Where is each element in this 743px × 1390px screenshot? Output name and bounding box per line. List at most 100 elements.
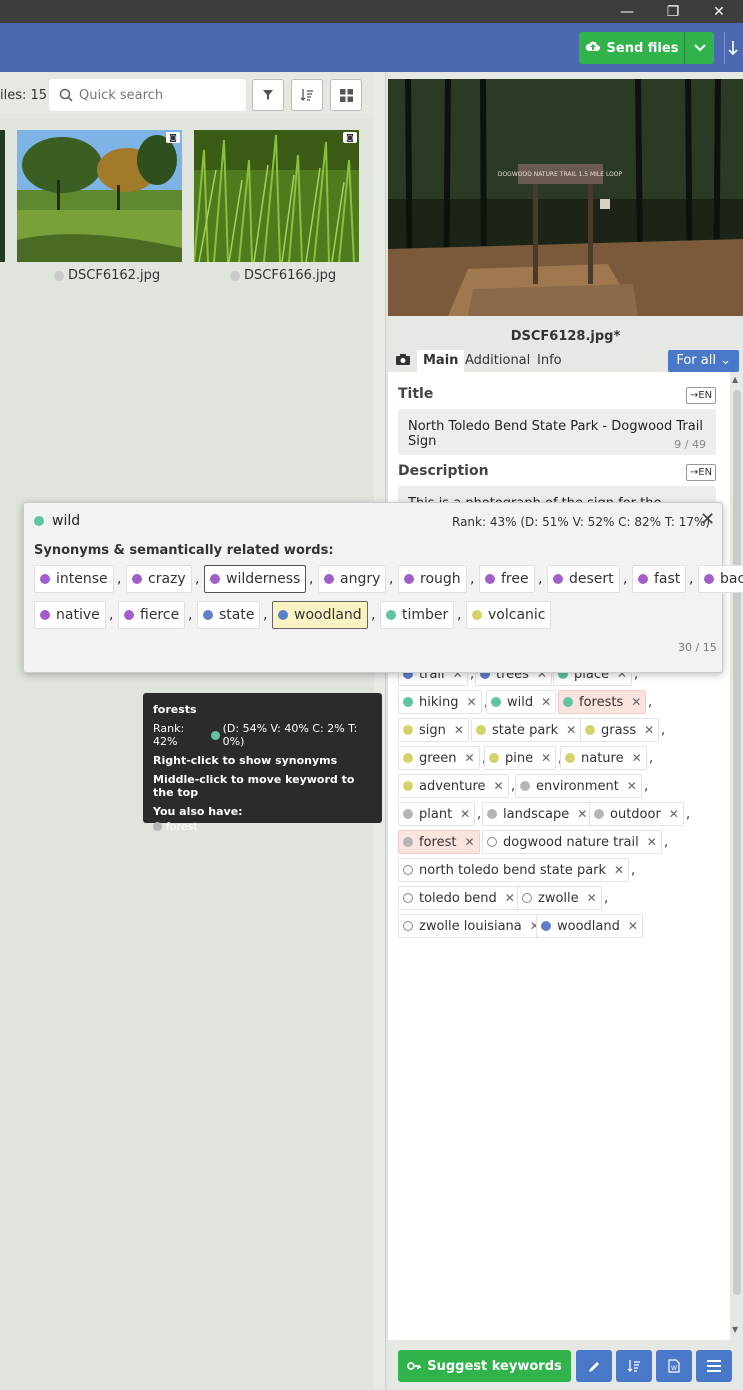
synonym-chip[interactable]: back [698, 565, 743, 593]
keyword-chip[interactable]: forest ✕ [398, 830, 480, 854]
remove-keyword-icon[interactable]: ✕ [566, 723, 576, 737]
separator: , [649, 751, 654, 766]
translate-description-button[interactable]: →EN [686, 464, 716, 481]
keyword-chip[interactable]: zwolle louisiana ✕ [398, 914, 545, 938]
synonym-chip[interactable]: intense [34, 565, 114, 593]
remove-keyword-icon[interactable]: ✕ [464, 835, 474, 849]
synonym-chip[interactable]: wilderness [204, 565, 307, 593]
keyword-text: outdoor [610, 806, 661, 822]
synonym-chip[interactable]: desert [547, 565, 620, 593]
keyword-chip[interactable]: adventure ✕ [398, 774, 509, 798]
tooltip-line-2: Middle-click to move keyword to the top [153, 773, 355, 799]
tab-main[interactable]: Main [417, 350, 465, 372]
keyword-chip[interactable]: dogwood nature trail ✕ [482, 830, 662, 854]
tab-camera[interactable] [390, 350, 416, 372]
remove-keyword-icon[interactable]: ✕ [465, 751, 475, 765]
synonym-text: crazy [148, 571, 186, 587]
keyword-chip[interactable]: outdoor ✕ [589, 802, 684, 826]
remove-keyword-icon[interactable]: ✕ [460, 807, 470, 821]
send-options-dropdown[interactable] [684, 32, 714, 64]
scroll-down-icon[interactable]: ▼ [732, 1325, 738, 1334]
remove-keyword-icon[interactable]: ✕ [647, 835, 657, 849]
remove-keyword-icon[interactable]: ✕ [632, 751, 642, 765]
close-icon[interactable]: ✕ [700, 509, 715, 530]
keyword-chip[interactable]: woodland ✕ [536, 914, 643, 938]
translate-title-button[interactable]: →EN [686, 387, 716, 404]
keyword-color-dot [403, 893, 413, 903]
keyword-chip[interactable]: nature ✕ [560, 746, 647, 770]
tab-info[interactable]: Info [531, 350, 568, 372]
scroll-up-icon[interactable]: ▲ [732, 375, 738, 384]
remove-keyword-icon[interactable]: ✕ [466, 695, 476, 709]
keyword-chip[interactable]: forests ✕ [558, 690, 647, 714]
down-arrow-icon[interactable] [724, 32, 740, 64]
synonym-chip[interactable]: angry [318, 565, 387, 593]
remove-keyword-icon[interactable]: ✕ [628, 919, 638, 933]
synonym-chip[interactable]: crazy [126, 565, 192, 593]
remove-keyword-icon[interactable]: ✕ [587, 891, 597, 905]
tab-additional[interactable]: Additional [459, 350, 536, 372]
keyword-chip[interactable]: north toledo bend state park ✕ [398, 858, 630, 882]
scope-dropdown[interactable]: For all ⌄ [668, 350, 739, 372]
tooltip-word: forests [153, 703, 197, 716]
synonym-text: angry [340, 571, 381, 587]
sort-keywords-button[interactable] [616, 1350, 652, 1382]
keyword-chip[interactable]: environment ✕ [515, 774, 642, 798]
send-files-button[interactable]: Send files [579, 32, 684, 64]
preview-image[interactable]: DOGWOOD NATURE TRAIL 1.5 MILE LOOP [388, 79, 743, 316]
scrollbar-thumb[interactable] [733, 390, 741, 1295]
synonym-chip[interactable]: native [34, 601, 106, 629]
keyword-chip[interactable]: toledo bend ✕ [398, 886, 520, 910]
synonym-chip[interactable]: state [197, 601, 261, 629]
synonym-chip[interactable]: free [479, 565, 535, 593]
minimize-icon[interactable]: — [604, 0, 650, 23]
keyword-chip[interactable]: landscape ✕ [482, 802, 593, 826]
menu-button[interactable] [696, 1350, 732, 1382]
keyword-text: wild [507, 694, 534, 710]
keyword-chip[interactable]: wild ✕ [486, 690, 557, 714]
synonym-chip[interactable]: rough [398, 565, 467, 593]
word-export-button[interactable]: W [656, 1350, 692, 1382]
status-dot [230, 270, 240, 281]
keyword-chip[interactable]: pine ✕ [484, 746, 557, 770]
sort-button[interactable] [291, 79, 323, 111]
keyword-chip[interactable]: hiking ✕ [398, 690, 482, 714]
synonym-color-dot [404, 574, 414, 584]
remove-keyword-icon[interactable]: ✕ [541, 751, 551, 765]
synonym-chip[interactable]: woodland [272, 601, 368, 629]
right-scrollbar[interactable]: ▲ ▼ [730, 372, 743, 1390]
thumbnail-partial[interactable] [0, 130, 5, 262]
synonym-chip[interactable]: timber [380, 601, 455, 629]
remove-keyword-icon[interactable]: ✕ [577, 807, 587, 821]
keyword-chip[interactable]: grass ✕ [580, 718, 660, 742]
remove-keyword-icon[interactable]: ✕ [541, 695, 551, 709]
close-window-icon[interactable]: ✕ [696, 0, 742, 23]
keyword-chip[interactable]: state park ✕ [471, 718, 582, 742]
quick-search-input[interactable]: Quick search [49, 79, 246, 111]
synonym-chip[interactable]: fast [632, 565, 687, 593]
keyword-chip[interactable]: sign ✕ [398, 718, 469, 742]
hamburger-icon [707, 1360, 721, 1372]
grid-view-button[interactable] [330, 79, 362, 111]
filter-button[interactable] [252, 79, 284, 111]
remove-keyword-icon[interactable]: ✕ [614, 863, 624, 877]
keyword-chip[interactable]: zwolle ✕ [517, 886, 602, 910]
separator: , [263, 607, 268, 623]
remove-keyword-icon[interactable]: ✕ [494, 779, 504, 793]
thumbnail-image[interactable]: ◙ [194, 130, 359, 262]
thumbnail-image[interactable]: ◙ [17, 130, 182, 262]
remove-keyword-icon[interactable]: ✕ [505, 891, 515, 905]
remove-keyword-icon[interactable]: ✕ [454, 723, 464, 737]
remove-keyword-icon[interactable]: ✕ [644, 723, 654, 737]
remove-keyword-icon[interactable]: ✕ [631, 695, 641, 709]
keyword-chip[interactable]: green ✕ [398, 746, 480, 770]
synonym-chip[interactable]: fierce [118, 601, 186, 629]
title-field[interactable]: North Toledo Bend State Park - Dogwood T… [398, 409, 716, 455]
synonym-chip[interactable]: volcanic [466, 601, 552, 629]
keyword-chip[interactable]: plant ✕ [398, 802, 476, 826]
maximize-icon[interactable]: ❐ [650, 0, 696, 23]
remove-keyword-icon[interactable]: ✕ [669, 807, 679, 821]
edit-button[interactable] [576, 1350, 612, 1382]
suggest-keywords-button[interactable]: Suggest keywords [398, 1350, 571, 1382]
remove-keyword-icon[interactable]: ✕ [627, 779, 637, 793]
